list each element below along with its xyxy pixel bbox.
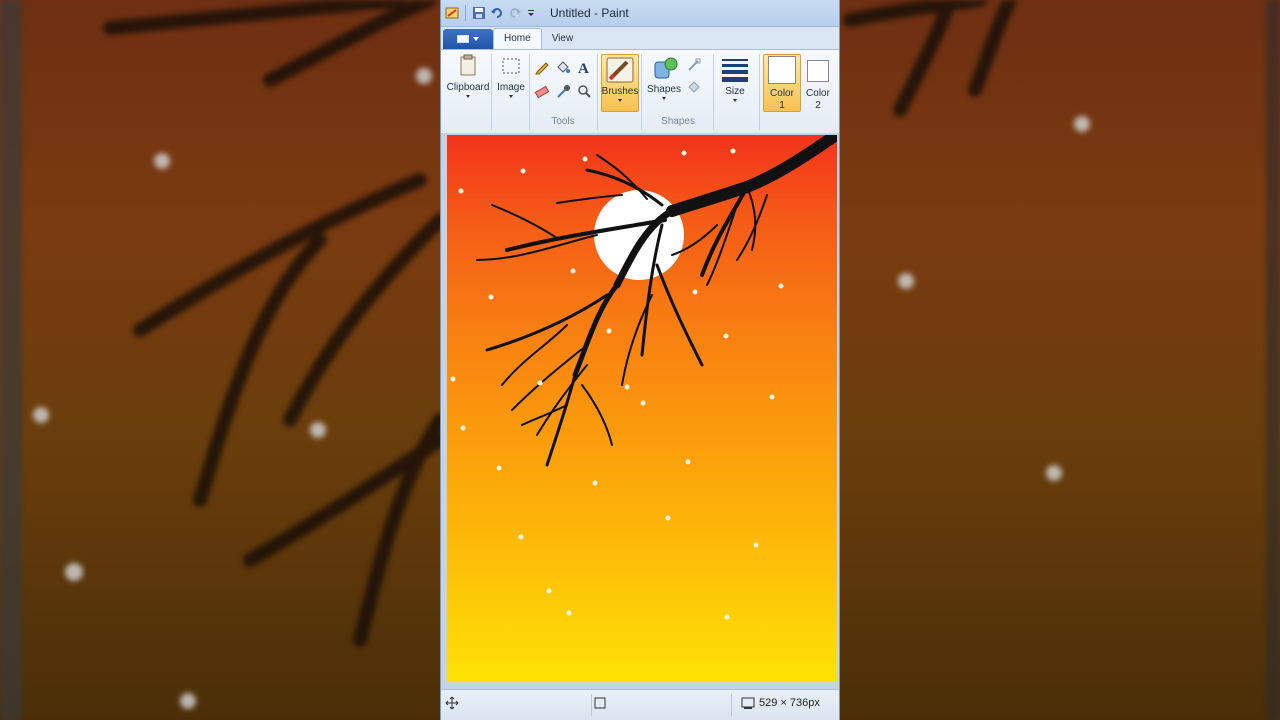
canvas-workspace bbox=[441, 133, 839, 689]
clipboard-label: Clipboard bbox=[446, 82, 490, 93]
status-bar: 529 × 736px bbox=[441, 689, 839, 720]
status-divider bbox=[731, 694, 732, 716]
group-separator bbox=[597, 54, 598, 130]
moon-shape bbox=[594, 190, 684, 280]
group-separator bbox=[759, 54, 760, 130]
customize-toolbar-caret-icon[interactable] bbox=[526, 6, 540, 20]
canvas-size-icon bbox=[741, 697, 755, 709]
color2-swatch bbox=[807, 60, 829, 82]
brush-icon bbox=[606, 57, 634, 83]
color1-swatch bbox=[768, 56, 796, 84]
image-label: Image bbox=[497, 82, 525, 93]
tab-view[interactable]: View bbox=[542, 29, 584, 49]
chevron-down-icon bbox=[618, 99, 622, 102]
chevron-down-icon bbox=[509, 95, 513, 98]
paint-menu-icon bbox=[457, 35, 469, 43]
clipboard-icon bbox=[460, 54, 476, 76]
tools-group-label: Tools bbox=[551, 116, 575, 127]
shapes-button[interactable]: Shapes bbox=[645, 54, 683, 100]
select-rectangle-icon bbox=[502, 58, 520, 74]
title-bar: Untitled - Paint bbox=[441, 0, 839, 27]
fill-icon[interactable] bbox=[685, 78, 703, 96]
fill-bucket-icon[interactable] bbox=[554, 58, 572, 76]
shapes-label: Shapes bbox=[647, 84, 681, 95]
chevron-down-icon bbox=[662, 97, 666, 100]
paint-menu-button[interactable] bbox=[443, 29, 493, 49]
window-title: Untitled - Paint bbox=[550, 6, 629, 20]
painting-artwork bbox=[450, 135, 837, 620]
ribbon-tab-row: Home View bbox=[441, 27, 839, 49]
magnifier-icon[interactable] bbox=[575, 82, 593, 100]
tab-home[interactable]: Home bbox=[493, 28, 542, 49]
chevron-down-icon bbox=[473, 37, 479, 41]
group-separator bbox=[491, 54, 492, 130]
pencil-icon[interactable] bbox=[533, 58, 551, 76]
chevron-down-icon bbox=[733, 99, 737, 102]
outline-icon[interactable] bbox=[685, 56, 703, 74]
group-separator bbox=[713, 54, 714, 130]
size-button[interactable]: Size bbox=[717, 56, 753, 102]
title-separator bbox=[465, 5, 466, 21]
brushes-button[interactable]: Brushes bbox=[601, 56, 639, 102]
cursor-position bbox=[445, 696, 459, 710]
status-divider bbox=[591, 694, 592, 716]
eraser-icon[interactable] bbox=[533, 82, 551, 100]
canvas-size-display: 529 × 736px bbox=[741, 696, 820, 710]
redo-icon[interactable] bbox=[508, 6, 522, 20]
paint-window: Untitled - Paint Home View Clipboard Ima… bbox=[440, 0, 840, 720]
color2-number: 2 bbox=[815, 100, 821, 111]
color1-number: 1 bbox=[779, 100, 785, 111]
color1-label: Color bbox=[770, 88, 794, 99]
undo-icon[interactable] bbox=[490, 6, 504, 20]
selection-size bbox=[593, 696, 607, 710]
save-icon[interactable] bbox=[472, 6, 486, 20]
chevron-down-icon bbox=[466, 95, 470, 98]
text-tool-icon[interactable]: A bbox=[575, 58, 593, 76]
color-picker-icon[interactable] bbox=[554, 82, 572, 100]
clipboard-button[interactable]: Clipboard bbox=[445, 54, 491, 98]
color2-button[interactable]: Color 2 bbox=[801, 58, 835, 112]
ribbon: Clipboard Image A Tools Brushes Shapes S… bbox=[441, 49, 839, 135]
move-cursor-icon bbox=[445, 696, 459, 710]
brushes-label: Brushes bbox=[601, 86, 639, 97]
group-separator bbox=[529, 54, 530, 130]
svg-text:A: A bbox=[578, 61, 589, 75]
shapes-group-label: Shapes bbox=[661, 116, 695, 127]
size-label: Size bbox=[725, 86, 745, 97]
group-separator bbox=[641, 54, 642, 130]
shapes-icon bbox=[654, 57, 678, 79]
drawing-canvas[interactable] bbox=[447, 135, 837, 681]
line-size-icon bbox=[722, 59, 748, 82]
paint-app-icon[interactable] bbox=[445, 6, 459, 20]
color2-label: Color bbox=[806, 88, 830, 99]
image-button[interactable]: Image bbox=[493, 54, 529, 98]
color1-button[interactable]: Color 1 bbox=[763, 56, 801, 112]
canvas-size-text: 529 × 736px bbox=[759, 697, 820, 709]
tree-branch bbox=[476, 135, 837, 467]
selection-icon bbox=[594, 697, 606, 709]
